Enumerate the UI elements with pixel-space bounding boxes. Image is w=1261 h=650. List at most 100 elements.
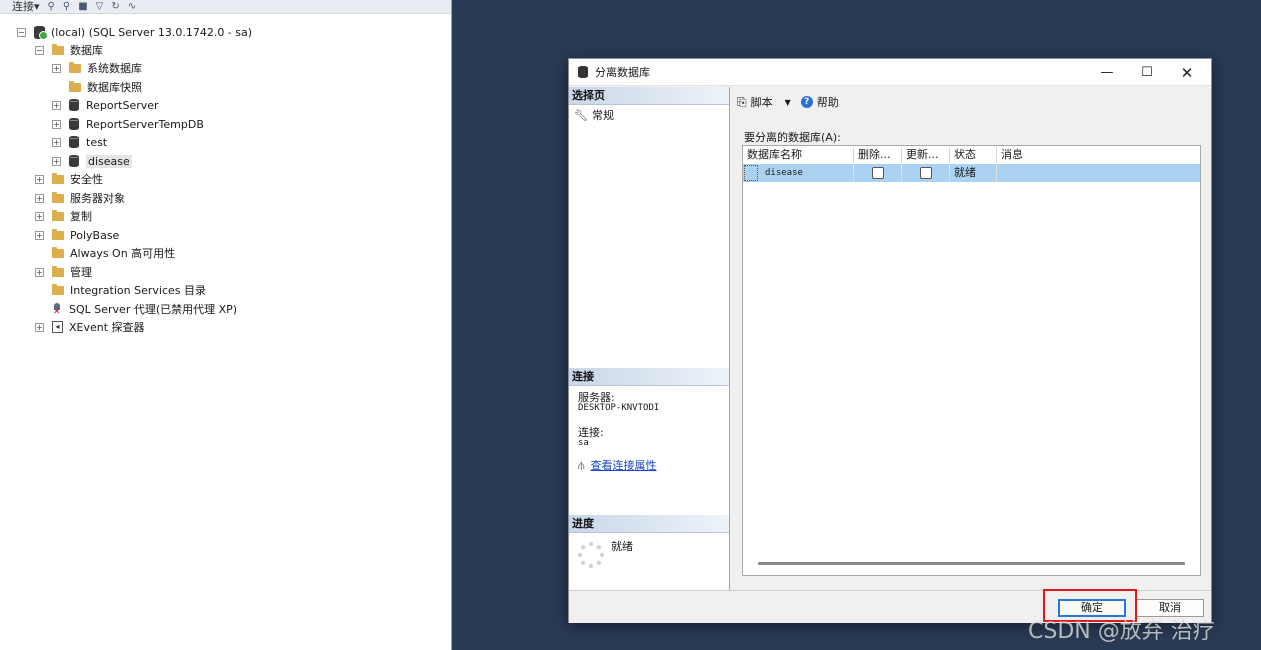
- close-button[interactable]: ✕: [1167, 59, 1207, 86]
- column-header-update-statistics[interactable]: 更新...: [902, 147, 950, 163]
- collapse-icon[interactable]: −: [35, 45, 44, 55]
- tree-node-label: PolyBase: [70, 228, 120, 242]
- maximize-button[interactable]: ☐: [1127, 59, 1167, 86]
- column-header-drop-connections[interactable]: 删除...: [854, 147, 902, 163]
- tree-node-disease[interactable]: + disease: [52, 152, 132, 170]
- help-button[interactable]: 帮助: [817, 94, 839, 110]
- progress-status: 就绪: [611, 540, 633, 553]
- tree-node-system-databases[interactable]: + 系统数据库: [52, 59, 142, 77]
- expand-icon[interactable]: +: [52, 137, 61, 147]
- database-icon: [69, 99, 79, 111]
- view-connection-properties[interactable]: ⫛ 查看连接属性: [578, 460, 729, 471]
- tree-node-label: ReportServer: [86, 98, 159, 112]
- table-row[interactable]: disease 就绪: [743, 164, 1200, 182]
- database-icon: [578, 66, 588, 78]
- expand-icon[interactable]: +: [35, 230, 44, 240]
- tree-node-label: XEvent 探查器: [69, 321, 145, 334]
- expand-icon[interactable]: +: [52, 63, 61, 73]
- tree-node-test[interactable]: + test: [52, 133, 107, 151]
- database-icon: [69, 118, 79, 130]
- tree-node-label: Integration Services 目录: [70, 284, 206, 297]
- progress-header: 进度: [569, 515, 729, 533]
- expand-icon[interactable]: +: [52, 156, 61, 166]
- connect-plug-icon[interactable]: ⚲: [48, 1, 55, 13]
- server-icon: [34, 25, 48, 40]
- tree-node-reportserver[interactable]: + ReportServer: [52, 96, 159, 114]
- tree-node-database-snapshots[interactable]: 数据库快照: [52, 78, 142, 96]
- connection-properties-icon: ⫛: [578, 459, 585, 472]
- folder-icon: [52, 265, 64, 277]
- tree-node-integration-services[interactable]: Integration Services 目录: [35, 281, 206, 299]
- dialog-toolbar: ⎘ 脚本 ▼ ? 帮助: [737, 94, 839, 110]
- folder-icon: [52, 191, 64, 203]
- minimize-button[interactable]: —: [1087, 59, 1127, 86]
- expand-icon[interactable]: +: [35, 322, 44, 332]
- page-item-label: 常规: [591, 109, 614, 122]
- cell-drop-connections: [854, 164, 902, 182]
- connection-section: 连接 服务器: DESKTOP-KNVTODI 连接: sa ⫛ 查看连接属性: [569, 368, 729, 471]
- tree-node-label: test: [86, 135, 108, 149]
- column-header-status[interactable]: 状态: [950, 147, 997, 163]
- drop-connections-checkbox[interactable]: [871, 167, 884, 179]
- expand-icon[interactable]: +: [35, 193, 44, 203]
- tree-node-management[interactable]: + 管理: [35, 263, 92, 281]
- cell-status: 就绪: [950, 164, 997, 182]
- activity-monitor-icon[interactable]: ∿: [128, 1, 136, 13]
- tree-node-label: Always On 高可用性: [70, 247, 176, 260]
- tree-node-label: disease: [86, 154, 132, 168]
- select-page-header: 选择页: [569, 87, 729, 105]
- xevent-icon: ◂: [52, 321, 63, 333]
- update-statistics-checkbox[interactable]: [919, 167, 932, 179]
- tree-node-label: 安全性: [70, 173, 103, 186]
- script-icon: ⎘: [737, 94, 747, 109]
- connection-header: 连接: [569, 368, 729, 386]
- connection-label: 连接:: [578, 426, 604, 439]
- connection-value: sa: [578, 438, 589, 448]
- expand-icon[interactable]: +: [52, 119, 61, 129]
- tree-node-always-on[interactable]: Always On 高可用性: [35, 244, 175, 262]
- tree-node-security[interactable]: + 安全性: [35, 170, 103, 188]
- folder-icon: [52, 283, 64, 295]
- expand-icon[interactable]: +: [35, 267, 44, 277]
- help-icon: ?: [800, 96, 813, 108]
- horizontal-scrollbar[interactable]: [758, 562, 1185, 565]
- column-header-database-name[interactable]: 数据库名称: [743, 147, 854, 163]
- disconnect-plug-icon[interactable]: ⚲: [63, 1, 70, 13]
- collapse-icon[interactable]: −: [17, 27, 26, 37]
- expand-icon[interactable]: +: [35, 174, 44, 184]
- tree-node-label: 系统数据库: [87, 62, 142, 75]
- script-button[interactable]: 脚本: [751, 94, 773, 110]
- watermark: CSDN @放弃 治疗: [1028, 619, 1215, 644]
- wrench-icon: 🔧︎: [574, 108, 588, 122]
- view-connection-properties-link[interactable]: 查看连接属性: [591, 460, 657, 471]
- dialog-title: 分离数据库: [595, 66, 650, 79]
- tree-node-reportservertempdb[interactable]: + ReportServerTempDB: [52, 115, 204, 133]
- dialog-titlebar[interactable]: 分离数据库 — ☐ ✕: [569, 59, 1211, 86]
- cell-database-name[interactable]: disease: [743, 164, 854, 182]
- tree-node-label: 服务器对象: [70, 192, 125, 205]
- expand-icon[interactable]: +: [35, 211, 44, 221]
- tree-node-server[interactable]: − (local) (SQL Server 13.0.1742.0 - sa): [17, 23, 252, 41]
- connect-dropdown[interactable]: 连接▾: [12, 0, 40, 13]
- page-item-general[interactable]: 🔧︎ 常规: [569, 105, 729, 123]
- tree-node-label: ReportServerTempDB: [86, 117, 204, 131]
- tree-node-xevent-profiler[interactable]: + ◂ XEvent 探查器: [35, 318, 145, 336]
- progress-spinner-icon: [577, 541, 605, 569]
- database-icon: [69, 136, 79, 148]
- chevron-down-icon[interactable]: ▼: [785, 98, 791, 107]
- tree-node-server-objects[interactable]: + 服务器对象: [35, 189, 125, 207]
- folder-icon: [52, 228, 64, 240]
- tree-node-replication[interactable]: + 复制: [35, 207, 92, 225]
- stop-icon[interactable]: ■: [78, 1, 87, 13]
- database-name-value: disease: [765, 168, 803, 178]
- expand-icon[interactable]: +: [52, 100, 61, 110]
- row-focus-marker: [744, 165, 758, 181]
- refresh-icon[interactable]: ↻: [111, 1, 119, 13]
- tree-node-polybase[interactable]: + PolyBase: [35, 226, 119, 244]
- tree-node-label: SQL Server 代理(已禁用代理 XP): [69, 303, 238, 316]
- filter-icon[interactable]: ▽: [96, 1, 104, 13]
- column-header-message[interactable]: 消息: [997, 147, 1200, 163]
- tree-node-sql-server-agent[interactable]: SQL Server 代理(已禁用代理 XP): [35, 300, 237, 318]
- tree-node-databases[interactable]: − 数据库: [35, 41, 103, 59]
- tree-node-label: 数据库快照: [87, 81, 142, 94]
